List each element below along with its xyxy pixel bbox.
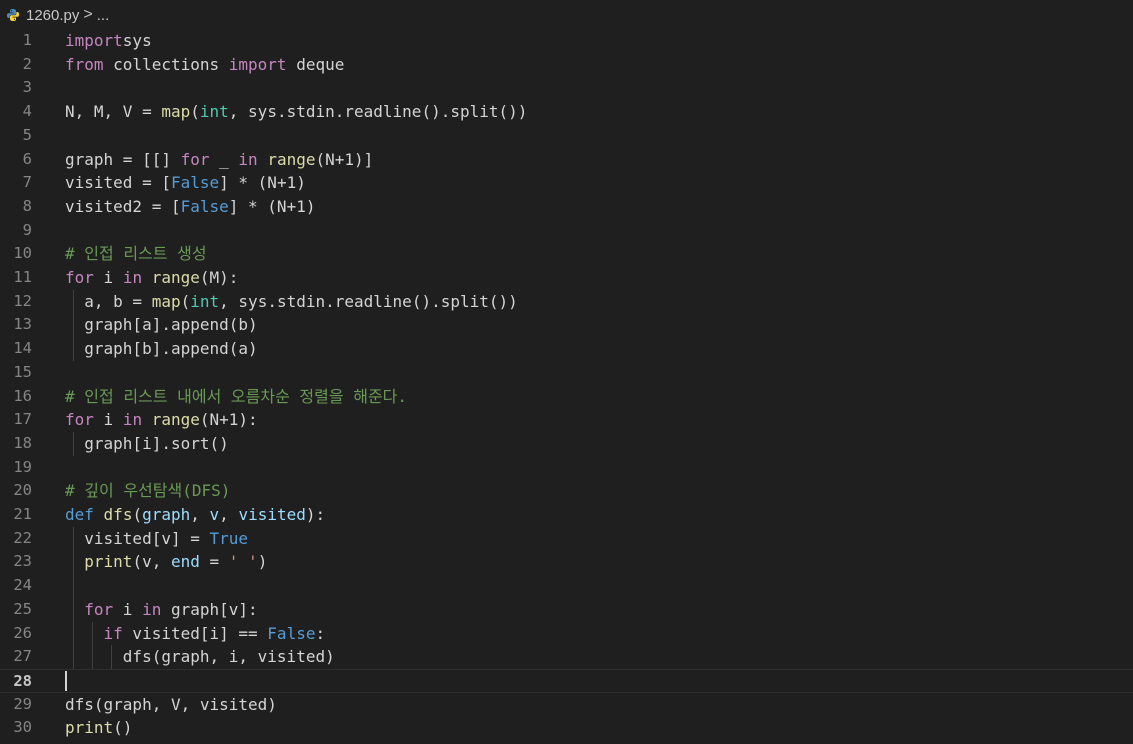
code-text[interactable]: for i in graph[v]:	[65, 598, 257, 622]
code-text[interactable]: N, M, V = map(int, sys.stdin.readline().…	[65, 100, 527, 124]
code-text[interactable]: dfs(graph, i, visited)	[65, 645, 335, 669]
line-number: 25	[13, 599, 32, 618]
line-number: 1	[22, 31, 32, 49]
code-line[interactable]: 30 print()	[0, 716, 1133, 740]
code-text[interactable]: if visited[i] == False:	[65, 622, 326, 646]
line-number: 6	[22, 149, 32, 168]
code-text[interactable]: # 깊이 우선탐색(DFS)	[65, 479, 230, 503]
code-editor[interactable]: 1 importsys 2 from collections import deque…	[0, 29, 1133, 744]
line-number: 9	[22, 220, 32, 239]
chevron-right-icon: >	[83, 6, 93, 23]
line-number: 15	[13, 362, 32, 381]
code-line[interactable]: 26 if visited[i] == False:	[0, 622, 1133, 646]
line-number: 12	[13, 291, 32, 310]
code-text[interactable]: # 인접 리스트 내에서 오름차순 정렬을 해준다.	[65, 385, 407, 409]
code-text[interactable]: for i in range(M):	[65, 266, 238, 290]
indent-guide	[72, 289, 74, 361]
code-text[interactable]: def dfs(graph, v, visited):	[65, 503, 325, 527]
code-text[interactable]: print(v, end = ' ')	[65, 550, 267, 574]
line-number: 7	[22, 173, 32, 192]
code-line[interactable]: 14 graph[b].append(a)	[0, 337, 1133, 361]
code-text[interactable]: a, b = map(int, sys.stdin.readline().spl…	[65, 290, 518, 314]
line-number: 22	[13, 528, 32, 547]
code-line[interactable]: 18 graph[i].sort()	[0, 432, 1133, 456]
code-text[interactable]: print()	[65, 716, 132, 740]
code-line[interactable]: 29 dfs(graph, V, visited)	[0, 693, 1133, 717]
code-line[interactable]: 16 # 인접 리스트 내에서 오름차순 정렬을 해준다.	[0, 385, 1133, 409]
code-line[interactable]: 5	[0, 124, 1133, 148]
line-number: 17	[13, 410, 32, 429]
line-number: 13	[13, 315, 32, 334]
code-text[interactable]: visited[v] = True	[65, 527, 248, 551]
code-text[interactable]: for i in range(N+1):	[65, 408, 258, 432]
code-line[interactable]: 25 for i in graph[v]:	[0, 598, 1133, 622]
indent-guide	[111, 645, 113, 669]
line-number: 26	[13, 623, 32, 642]
code-line[interactable]: 23 print(v, end = ' ')	[0, 550, 1133, 574]
code-text[interactable]: visited2 = [False] * (N+1)	[65, 195, 315, 219]
line-number: 24	[13, 576, 32, 595]
line-number: 21	[13, 505, 32, 523]
code-line[interactable]: 21 def dfs(graph, v, visited):	[0, 503, 1133, 527]
code-text[interactable]: # 인접 리스트 생성	[65, 242, 207, 266]
breadcrumb-file[interactable]: 1260.py	[26, 7, 79, 24]
code-line[interactable]: 22 visited[v] = True	[0, 527, 1133, 551]
code-line[interactable]: 6 graph = [[] for _ in range(N+1)]	[0, 148, 1133, 172]
indent-guide	[91, 621, 93, 669]
code-text[interactable]: graph[b].append(a)	[65, 337, 257, 361]
line-number: 30	[13, 718, 32, 737]
line-number: 8	[22, 196, 32, 215]
code-text[interactable]: importsys	[65, 29, 152, 53]
code-line[interactable]: 3	[0, 76, 1133, 100]
line-number: 3	[22, 78, 32, 97]
code-line[interactable]: 1 importsys	[0, 29, 1133, 53]
line-number: 2	[22, 54, 32, 73]
code-line[interactable]: 8 visited2 = [False] * (N+1)	[0, 195, 1133, 219]
code-line[interactable]: 13 graph[a].append(b)	[0, 313, 1133, 337]
line-number: 14	[13, 339, 32, 358]
code-text[interactable]: visited = [False] * (N+1)	[65, 171, 306, 195]
line-number: 20	[13, 481, 32, 500]
code-line[interactable]: 4 N, M, V = map(int, sys.stdin.readline()…	[0, 100, 1133, 124]
breadcrumb-symbols[interactable]: ...	[97, 7, 110, 24]
line-number: 27	[13, 647, 32, 666]
code-line[interactable]: 2 from collections import deque	[0, 53, 1133, 77]
breadcrumb: 1260.py > ...	[0, 0, 1133, 30]
code-line[interactable]: 10 # 인접 리스트 생성	[0, 242, 1133, 266]
code-line[interactable]: 7 visited = [False] * (N+1)	[0, 171, 1133, 195]
line-number: 11	[13, 268, 32, 286]
code-text[interactable]: graph = [[] for _ in range(N+1)]	[65, 148, 373, 172]
line-number: 5	[22, 125, 32, 144]
code-line[interactable]: 27 dfs(graph, i, visited)	[0, 645, 1133, 669]
code-line[interactable]: 20 # 깊이 우선탐색(DFS)	[0, 479, 1133, 503]
line-number: 10	[13, 244, 32, 263]
python-file-icon	[6, 8, 20, 22]
code-line[interactable]: 12 a, b = map(int, sys.stdin.readline().…	[0, 290, 1133, 314]
indent-guide	[72, 431, 74, 456]
code-text[interactable]: graph[a].append(b)	[65, 313, 257, 337]
code-line[interactable]: 24	[0, 574, 1133, 598]
code-line[interactable]: 19	[0, 456, 1133, 480]
line-number: 18	[13, 433, 32, 452]
line-number: 4	[22, 102, 32, 121]
code-line[interactable]: 9	[0, 219, 1133, 243]
line-number: 29	[13, 694, 32, 713]
code-text[interactable]: from collections import deque	[65, 53, 344, 77]
code-text[interactable]: dfs(graph, V, visited)	[65, 693, 277, 717]
code-line[interactable]: 28	[0, 668, 1133, 693]
code-text[interactable]: graph[i].sort()	[65, 432, 229, 456]
line-number: 19	[13, 457, 32, 476]
line-number: 16	[13, 386, 32, 405]
text-cursor	[65, 671, 67, 692]
code-line[interactable]: 17 for i in range(N+1):	[0, 408, 1133, 432]
indent-guide	[72, 526, 74, 669]
line-number: 28	[13, 671, 32, 690]
code-line[interactable]: 11 for i in range(M):	[0, 266, 1133, 290]
line-number: 23	[13, 552, 32, 571]
code-line[interactable]: 15	[0, 361, 1133, 385]
